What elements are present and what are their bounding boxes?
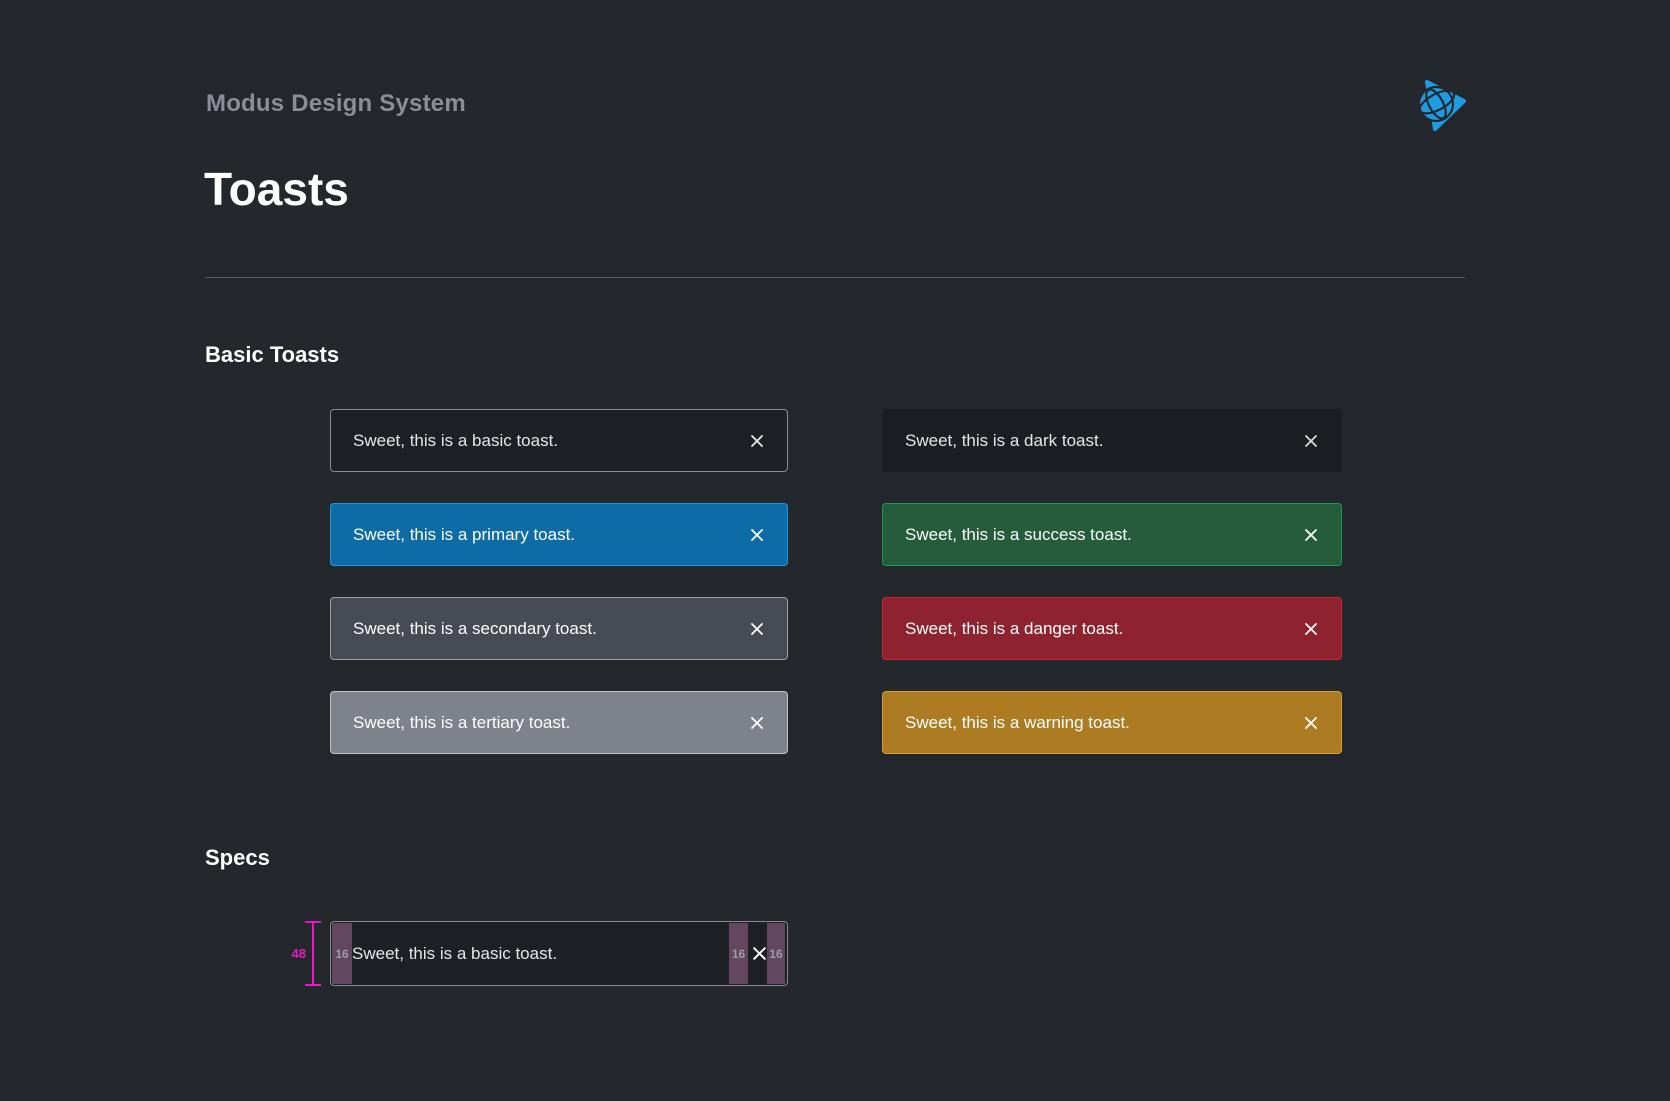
close-icon[interactable] [1303, 527, 1319, 543]
toast-warning: Sweet, this is a warning toast. [882, 691, 1342, 754]
toast-message: Sweet, this is a dark toast. [905, 431, 1303, 451]
close-icon[interactable] [1303, 433, 1319, 449]
toast-message: Sweet, this is a warning toast. [905, 713, 1303, 733]
padding-label: 16 [732, 947, 745, 961]
toast-success: Sweet, this is a success toast. [882, 503, 1342, 566]
toast-message: Sweet, this is a secondary toast. [353, 619, 749, 639]
measure-line [312, 921, 314, 986]
specs-heading: Specs [205, 845, 270, 871]
toast-dark: Sweet, this is a dark toast. [882, 409, 1342, 472]
toast-message: Sweet, this is a success toast. [905, 525, 1303, 545]
toast-message: Sweet, this is a tertiary toast. [353, 713, 749, 733]
toast-secondary: Sweet, this is a secondary toast. [330, 597, 788, 660]
close-icon[interactable] [1303, 621, 1319, 637]
toast-message: Sweet, this is a basic toast. [352, 922, 557, 985]
specs-toast: 16 Sweet, this is a basic toast. 16 16 [330, 921, 788, 986]
brand-title: Modus Design System [206, 90, 466, 118]
basic-toasts-heading: Basic Toasts [205, 342, 339, 368]
padding-label: 16 [769, 947, 782, 961]
padding-highlight-close-left: 16 [729, 923, 748, 984]
trimble-logo-icon [1416, 76, 1468, 132]
page-title: Toasts [204, 162, 349, 216]
toast-message: Sweet, this is a basic toast. [353, 431, 749, 451]
close-icon[interactable] [749, 433, 765, 449]
toast-primary: Sweet, this is a primary toast. [330, 503, 788, 566]
padding-highlight-left: 16 [332, 923, 352, 984]
toast-message: Sweet, this is a primary toast. [353, 525, 749, 545]
toast-examples-grid: Sweet, this is a basic toast. Sweet, thi… [330, 409, 1342, 754]
divider [205, 277, 1465, 278]
close-icon[interactable] [749, 715, 765, 731]
padding-highlight-right: 16 [767, 923, 785, 984]
toast-basic: Sweet, this is a basic toast. [330, 409, 788, 472]
close-icon[interactable] [1303, 715, 1319, 731]
measure-cap-bottom [305, 984, 321, 986]
padding-label: 16 [335, 947, 348, 961]
close-icon[interactable] [749, 527, 765, 543]
toast-danger: Sweet, this is a danger toast. [882, 597, 1342, 660]
toast-tertiary: Sweet, this is a tertiary toast. [330, 691, 788, 754]
toast-message: Sweet, this is a danger toast. [905, 619, 1303, 639]
height-measure-label: 48 [272, 921, 306, 986]
close-icon[interactable] [749, 621, 765, 637]
